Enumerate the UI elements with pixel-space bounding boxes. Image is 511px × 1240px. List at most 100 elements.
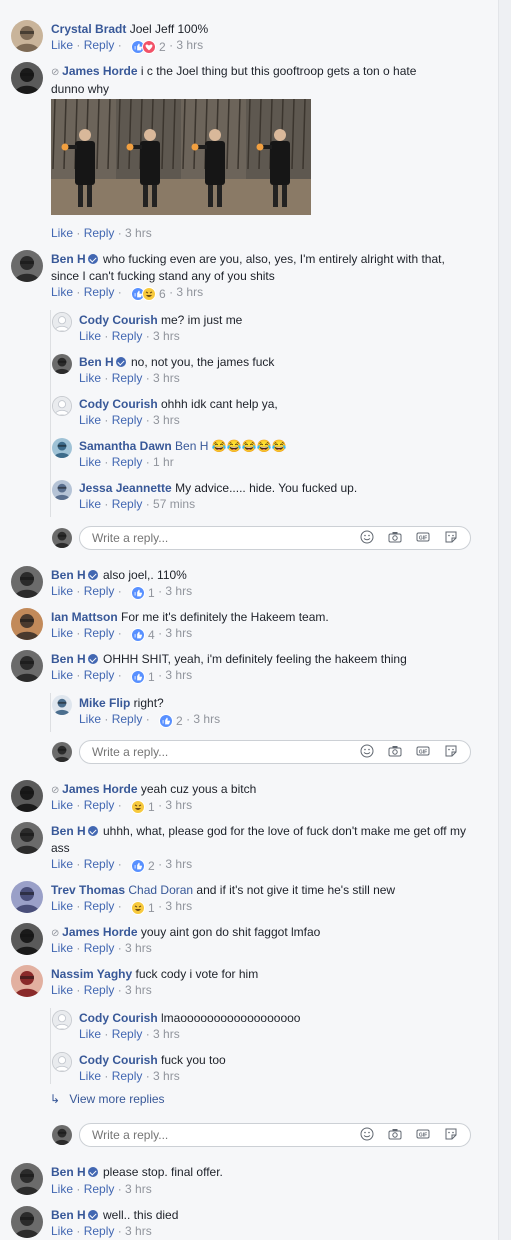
emoji-icon[interactable] xyxy=(360,1127,374,1141)
mention-link[interactable]: Chad Doran xyxy=(128,883,193,897)
avatar[interactable] xyxy=(52,1052,72,1072)
like-link[interactable]: Like xyxy=(79,371,101,385)
avatar[interactable] xyxy=(11,250,43,282)
author-name[interactable]: James Horde xyxy=(62,925,137,939)
like-link[interactable]: Like xyxy=(51,899,73,913)
like-link[interactable]: Like xyxy=(51,584,73,598)
author-name[interactable]: Cody Courish xyxy=(79,313,158,327)
like-link[interactable]: Like xyxy=(79,455,101,469)
like-link[interactable]: Like xyxy=(79,712,101,726)
like-link[interactable]: Like xyxy=(51,798,73,812)
reply-link[interactable]: Reply xyxy=(112,455,143,469)
reply-input-box[interactable] xyxy=(79,526,471,550)
author-name[interactable]: Trev Thomas xyxy=(51,883,125,897)
avatar[interactable] xyxy=(52,396,72,416)
avatar[interactable] xyxy=(11,566,43,598)
reaction-summary[interactable]: 2 xyxy=(159,714,183,729)
reaction-summary[interactable]: 2 xyxy=(131,40,166,55)
author-name[interactable]: Jessa Jeannette xyxy=(79,481,172,495)
reply-link[interactable]: Reply xyxy=(84,226,115,240)
timestamp[interactable]: 3 hrs xyxy=(176,38,203,52)
timestamp[interactable]: 3 hrs xyxy=(125,226,152,240)
timestamp[interactable]: 3 hrs xyxy=(193,712,220,726)
reaction-summary[interactable]: 1 xyxy=(131,670,155,685)
like-link[interactable]: Like xyxy=(51,226,73,240)
reply-link[interactable]: Reply xyxy=(84,798,115,812)
author-name[interactable]: Ben H xyxy=(51,568,86,582)
avatar[interactable] xyxy=(52,742,72,762)
avatar[interactable] xyxy=(11,650,43,682)
like-link[interactable]: Like xyxy=(51,1224,73,1238)
gif-icon[interactable]: GIF xyxy=(416,530,430,544)
like-link[interactable]: Like xyxy=(79,413,101,427)
author-name[interactable]: Cody Courish xyxy=(79,397,158,411)
like-link[interactable]: Like xyxy=(79,1069,101,1083)
camera-icon[interactable] xyxy=(388,744,402,758)
reply-link[interactable]: Reply xyxy=(84,285,115,299)
reply-input[interactable] xyxy=(90,744,314,760)
reply-link[interactable]: Reply xyxy=(84,941,115,955)
author-name[interactable]: Ben H xyxy=(51,652,86,666)
reaction-summary[interactable]: 1 xyxy=(131,901,155,916)
reply-link[interactable]: Reply xyxy=(84,1182,115,1196)
avatar[interactable] xyxy=(11,923,43,955)
timestamp[interactable]: 3 hrs xyxy=(165,899,192,913)
author-name[interactable]: Ben H xyxy=(51,1165,86,1179)
reply-link[interactable]: Reply xyxy=(84,626,115,640)
like-link[interactable]: Like xyxy=(51,626,73,640)
reply-link[interactable]: Reply xyxy=(84,584,115,598)
reply-link[interactable]: Reply xyxy=(84,668,115,682)
author-name[interactable]: Ian Mattson xyxy=(51,610,118,624)
avatar[interactable] xyxy=(11,965,43,997)
sticker-icon[interactable] xyxy=(444,530,458,544)
scrollbar-track[interactable] xyxy=(498,0,511,1240)
timestamp[interactable]: 3 hrs xyxy=(125,1182,152,1196)
reply-link[interactable]: Reply xyxy=(112,371,143,385)
like-link[interactable]: Like xyxy=(51,1182,73,1196)
reply-link[interactable]: Reply xyxy=(112,497,143,511)
author-name[interactable]: James Horde xyxy=(62,64,137,78)
author-name[interactable]: Cody Courish xyxy=(79,1011,158,1025)
avatar[interactable] xyxy=(11,822,43,854)
author-name[interactable]: Crystal Bradt xyxy=(51,22,126,36)
like-link[interactable]: Like xyxy=(51,941,73,955)
timestamp[interactable]: 57 mins xyxy=(153,497,195,511)
timestamp[interactable]: 3 hrs xyxy=(165,798,192,812)
timestamp[interactable]: 3 hrs xyxy=(153,1069,180,1083)
avatar[interactable] xyxy=(11,62,43,94)
timestamp[interactable]: 3 hrs xyxy=(153,1027,180,1041)
avatar[interactable] xyxy=(52,695,72,715)
like-link[interactable]: Like xyxy=(51,857,73,871)
reply-link[interactable]: Reply xyxy=(84,899,115,913)
author-name[interactable]: Ben H xyxy=(51,1208,86,1222)
reaction-summary[interactable]: 1 xyxy=(131,586,155,601)
view-more-replies-link[interactable]: ↳ View more replies xyxy=(50,1092,165,1106)
reply-link[interactable]: Reply xyxy=(112,329,143,343)
timestamp[interactable]: 3 hrs xyxy=(125,941,152,955)
mention-link[interactable]: Ben H xyxy=(175,439,208,453)
reply-link[interactable]: Reply xyxy=(84,1224,115,1238)
reaction-summary[interactable]: 2 xyxy=(131,859,155,874)
reaction-summary[interactable]: 4 xyxy=(131,628,155,643)
camera-icon[interactable] xyxy=(388,1127,402,1141)
avatar[interactable] xyxy=(52,480,72,500)
reply-link[interactable]: Reply xyxy=(112,413,143,427)
like-link[interactable]: Like xyxy=(79,1027,101,1041)
like-link[interactable]: Like xyxy=(79,329,101,343)
gif-icon[interactable]: GIF xyxy=(416,744,430,758)
reply-link[interactable]: Reply xyxy=(84,38,115,52)
like-link[interactable]: Like xyxy=(51,983,73,997)
reply-input[interactable] xyxy=(90,530,314,546)
timestamp[interactable]: 3 hrs xyxy=(165,584,192,598)
like-link[interactable]: Like xyxy=(51,285,73,299)
emoji-icon[interactable] xyxy=(360,530,374,544)
author-name[interactable]: Nassim Yaghy xyxy=(51,967,132,981)
author-name[interactable]: James Horde xyxy=(62,782,137,796)
avatar[interactable] xyxy=(11,881,43,913)
avatar[interactable] xyxy=(11,1163,43,1195)
like-link[interactable]: Like xyxy=(51,668,73,682)
avatar[interactable] xyxy=(11,608,43,640)
reply-input-box[interactable] xyxy=(79,740,471,764)
author-name[interactable]: Cody Courish xyxy=(79,1053,158,1067)
author-name[interactable]: Mike Flip xyxy=(79,696,130,710)
